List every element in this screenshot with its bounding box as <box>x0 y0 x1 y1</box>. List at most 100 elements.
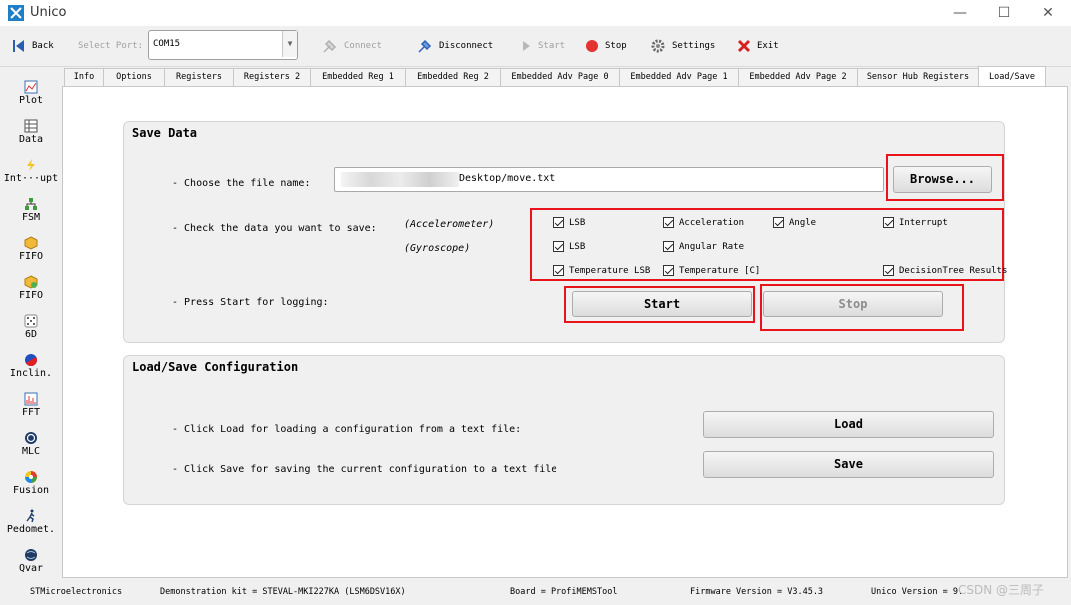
checkmark-icon[interactable] <box>553 265 564 276</box>
connect-button[interactable]: Connect <box>322 36 382 56</box>
qvar-icon <box>25 549 37 561</box>
maximize-button[interactable]: ☐ <box>981 0 1027 26</box>
settings-button[interactable]: Settings <box>650 36 715 56</box>
select-port-label: Select Port: <box>78 41 144 51</box>
start-logging-button[interactable]: Start <box>572 291 752 317</box>
title-bar: Unico — ☐ ✕ <box>0 0 1071 26</box>
browse-button[interactable]: Browse... <box>893 166 992 193</box>
toolbar-stop-button[interactable]: Stop <box>585 36 627 56</box>
checkmark-icon[interactable] <box>553 217 564 228</box>
tab-load-save[interactable]: Load/Save <box>978 66 1046 87</box>
sidebar-item-fifo[interactable]: FIFO <box>0 231 62 269</box>
file-path-input[interactable]: Desktop/move.txt <box>334 167 884 192</box>
status-firmware: Firmware Version = V3.45.3 <box>690 587 824 597</box>
sidebar-item-fsm[interactable]: FSM <box>0 192 62 230</box>
pedometer-icon <box>26 509 35 523</box>
exit-icon <box>737 39 751 53</box>
acceleration-checkbox[interactable]: Acceleration <box>663 217 744 228</box>
tab-embedded-adv-page-2[interactable]: Embedded Adv Page 2 <box>738 68 858 86</box>
plot-icon <box>24 80 38 94</box>
sidebar-item-data[interactable]: Data <box>0 114 62 152</box>
fifo-icon <box>24 236 38 250</box>
chevron-down-icon[interactable]: ▼ <box>282 31 297 57</box>
angle-checkbox[interactable]: Angle <box>773 217 816 228</box>
save-data-title: Save Data <box>132 126 198 140</box>
tab-options[interactable]: Options <box>103 68 165 86</box>
interrupt-checkbox[interactable]: Interrupt <box>883 217 948 228</box>
interrupt-icon <box>27 159 35 171</box>
inclination-icon <box>25 354 37 366</box>
back-button[interactable]: Back <box>12 36 54 56</box>
checkmark-icon[interactable] <box>883 265 894 276</box>
port-select[interactable]: COM15 ▼ <box>148 30 298 60</box>
sidebar-item-plot[interactable]: Plot <box>0 75 62 113</box>
checkmark-icon[interactable] <box>663 217 674 228</box>
angular-rate-checkbox[interactable]: Angular Rate <box>663 241 744 252</box>
temperature-lsb-checkbox[interactable]: Temperature LSB <box>553 265 650 276</box>
press-start-label: - Press Start for logging: <box>172 297 329 308</box>
tab-embedded-adv-page-1[interactable]: Embedded Adv Page 1 <box>619 68 739 86</box>
checkmark-icon[interactable] <box>663 265 674 276</box>
window-title: Unico <box>30 5 67 20</box>
status-bar: STMicroelectronics Demonstration kit = S… <box>0 578 1071 605</box>
unico-logo-icon <box>8 5 24 21</box>
choose-file-label: - Choose the file name: <box>172 178 311 189</box>
unplug-icon <box>418 39 432 53</box>
sidebar-item-inclination[interactable]: Inclin. <box>0 348 62 386</box>
sidebar-item-6d[interactable]: 6D <box>0 309 62 347</box>
file-path-value: Desktop/move.txt <box>459 173 556 184</box>
acc-lsb-checkbox[interactable]: LSB <box>553 217 585 228</box>
toolbar: Back Select Port: COM15 ▼ Connect Discon… <box>0 26 1071 67</box>
dice-icon <box>24 314 38 328</box>
save-config-label: - Click Save for saving the current conf… <box>172 464 556 475</box>
load-save-config-group: Load/Save Configuration - Click Load for… <box>123 355 1005 505</box>
tab-registers-2[interactable]: Registers 2 <box>233 68 311 86</box>
stop-logging-button[interactable]: Stop <box>763 291 943 317</box>
exit-button[interactable]: Exit <box>737 36 779 56</box>
fusion-icon <box>25 471 37 483</box>
plug-icon <box>323 39 337 53</box>
tab-registers[interactable]: Registers <box>164 68 234 86</box>
decision-tree-checkbox[interactable]: DecisionTree Results <box>883 265 1007 276</box>
sidebar-item-mlc[interactable]: MLC <box>0 426 62 464</box>
gyroscope-label: (Gyroscope) <box>404 243 471 254</box>
tab-embedded-adv-page-0[interactable]: Embedded Adv Page 0 <box>500 68 620 86</box>
temperature-c-checkbox[interactable]: Temperature [C] <box>663 265 760 276</box>
port-value: COM15 <box>153 39 181 49</box>
tab-info[interactable]: Info <box>64 68 104 86</box>
checkmark-icon[interactable] <box>553 241 564 252</box>
play-icon <box>523 41 530 51</box>
checkmark-icon[interactable] <box>663 241 674 252</box>
tab-embedded-reg-2[interactable]: Embedded Reg 2 <box>405 68 501 86</box>
minimize-button[interactable]: — <box>937 0 983 26</box>
sidebar-item-fifo-2[interactable]: FIFO <box>0 270 62 308</box>
checkmark-icon[interactable] <box>773 217 784 228</box>
close-window-button[interactable]: ✕ <box>1025 0 1071 26</box>
status-board: Board = ProfiMEMSTool <box>510 587 618 597</box>
fft-icon <box>24 392 38 406</box>
save-config-button[interactable]: Save <box>703 451 994 478</box>
checkmark-icon[interactable] <box>883 217 894 228</box>
sidebar: Plot Data Int···upt FSM FIFO FIFO 6D Inc… <box>0 67 62 577</box>
mlc-icon <box>25 432 37 444</box>
load-save-config-title: Load/Save Configuration <box>132 360 299 374</box>
load-config-button[interactable]: Load <box>703 411 994 438</box>
gyro-lsb-checkbox[interactable]: LSB <box>553 241 585 252</box>
check-data-label: - Check the data you want to save: <box>172 223 377 234</box>
toolbar-start-button[interactable]: Start <box>520 36 565 56</box>
fsm-icon <box>25 198 37 210</box>
watermark: CSDN @三周子 <box>958 583 1045 597</box>
disconnect-button[interactable]: Disconnect <box>417 36 493 56</box>
sidebar-item-pedometer[interactable]: Pedomet. <box>0 504 62 542</box>
status-company: STMicroelectronics <box>30 587 123 597</box>
sidebar-item-fft[interactable]: FFT <box>0 387 62 425</box>
load-config-label: - Click Load for loading a configuration… <box>172 424 522 435</box>
sidebar-item-interrupt[interactable]: Int···upt <box>0 153 62 191</box>
sidebar-item-qvar[interactable]: Qvar <box>0 543 62 581</box>
sidebar-item-fusion[interactable]: Fusion <box>0 465 62 503</box>
load-save-panel: Save Data - Choose the file name: Deskto… <box>62 86 1068 578</box>
accelerometer-label: (Accelerometer) <box>404 219 495 230</box>
status-unico-version: Unico Version = 9. <box>871 587 964 597</box>
tab-embedded-reg-1[interactable]: Embedded Reg 1 <box>310 68 406 86</box>
tab-sensor-hub-registers[interactable]: Sensor Hub Registers <box>857 68 979 86</box>
